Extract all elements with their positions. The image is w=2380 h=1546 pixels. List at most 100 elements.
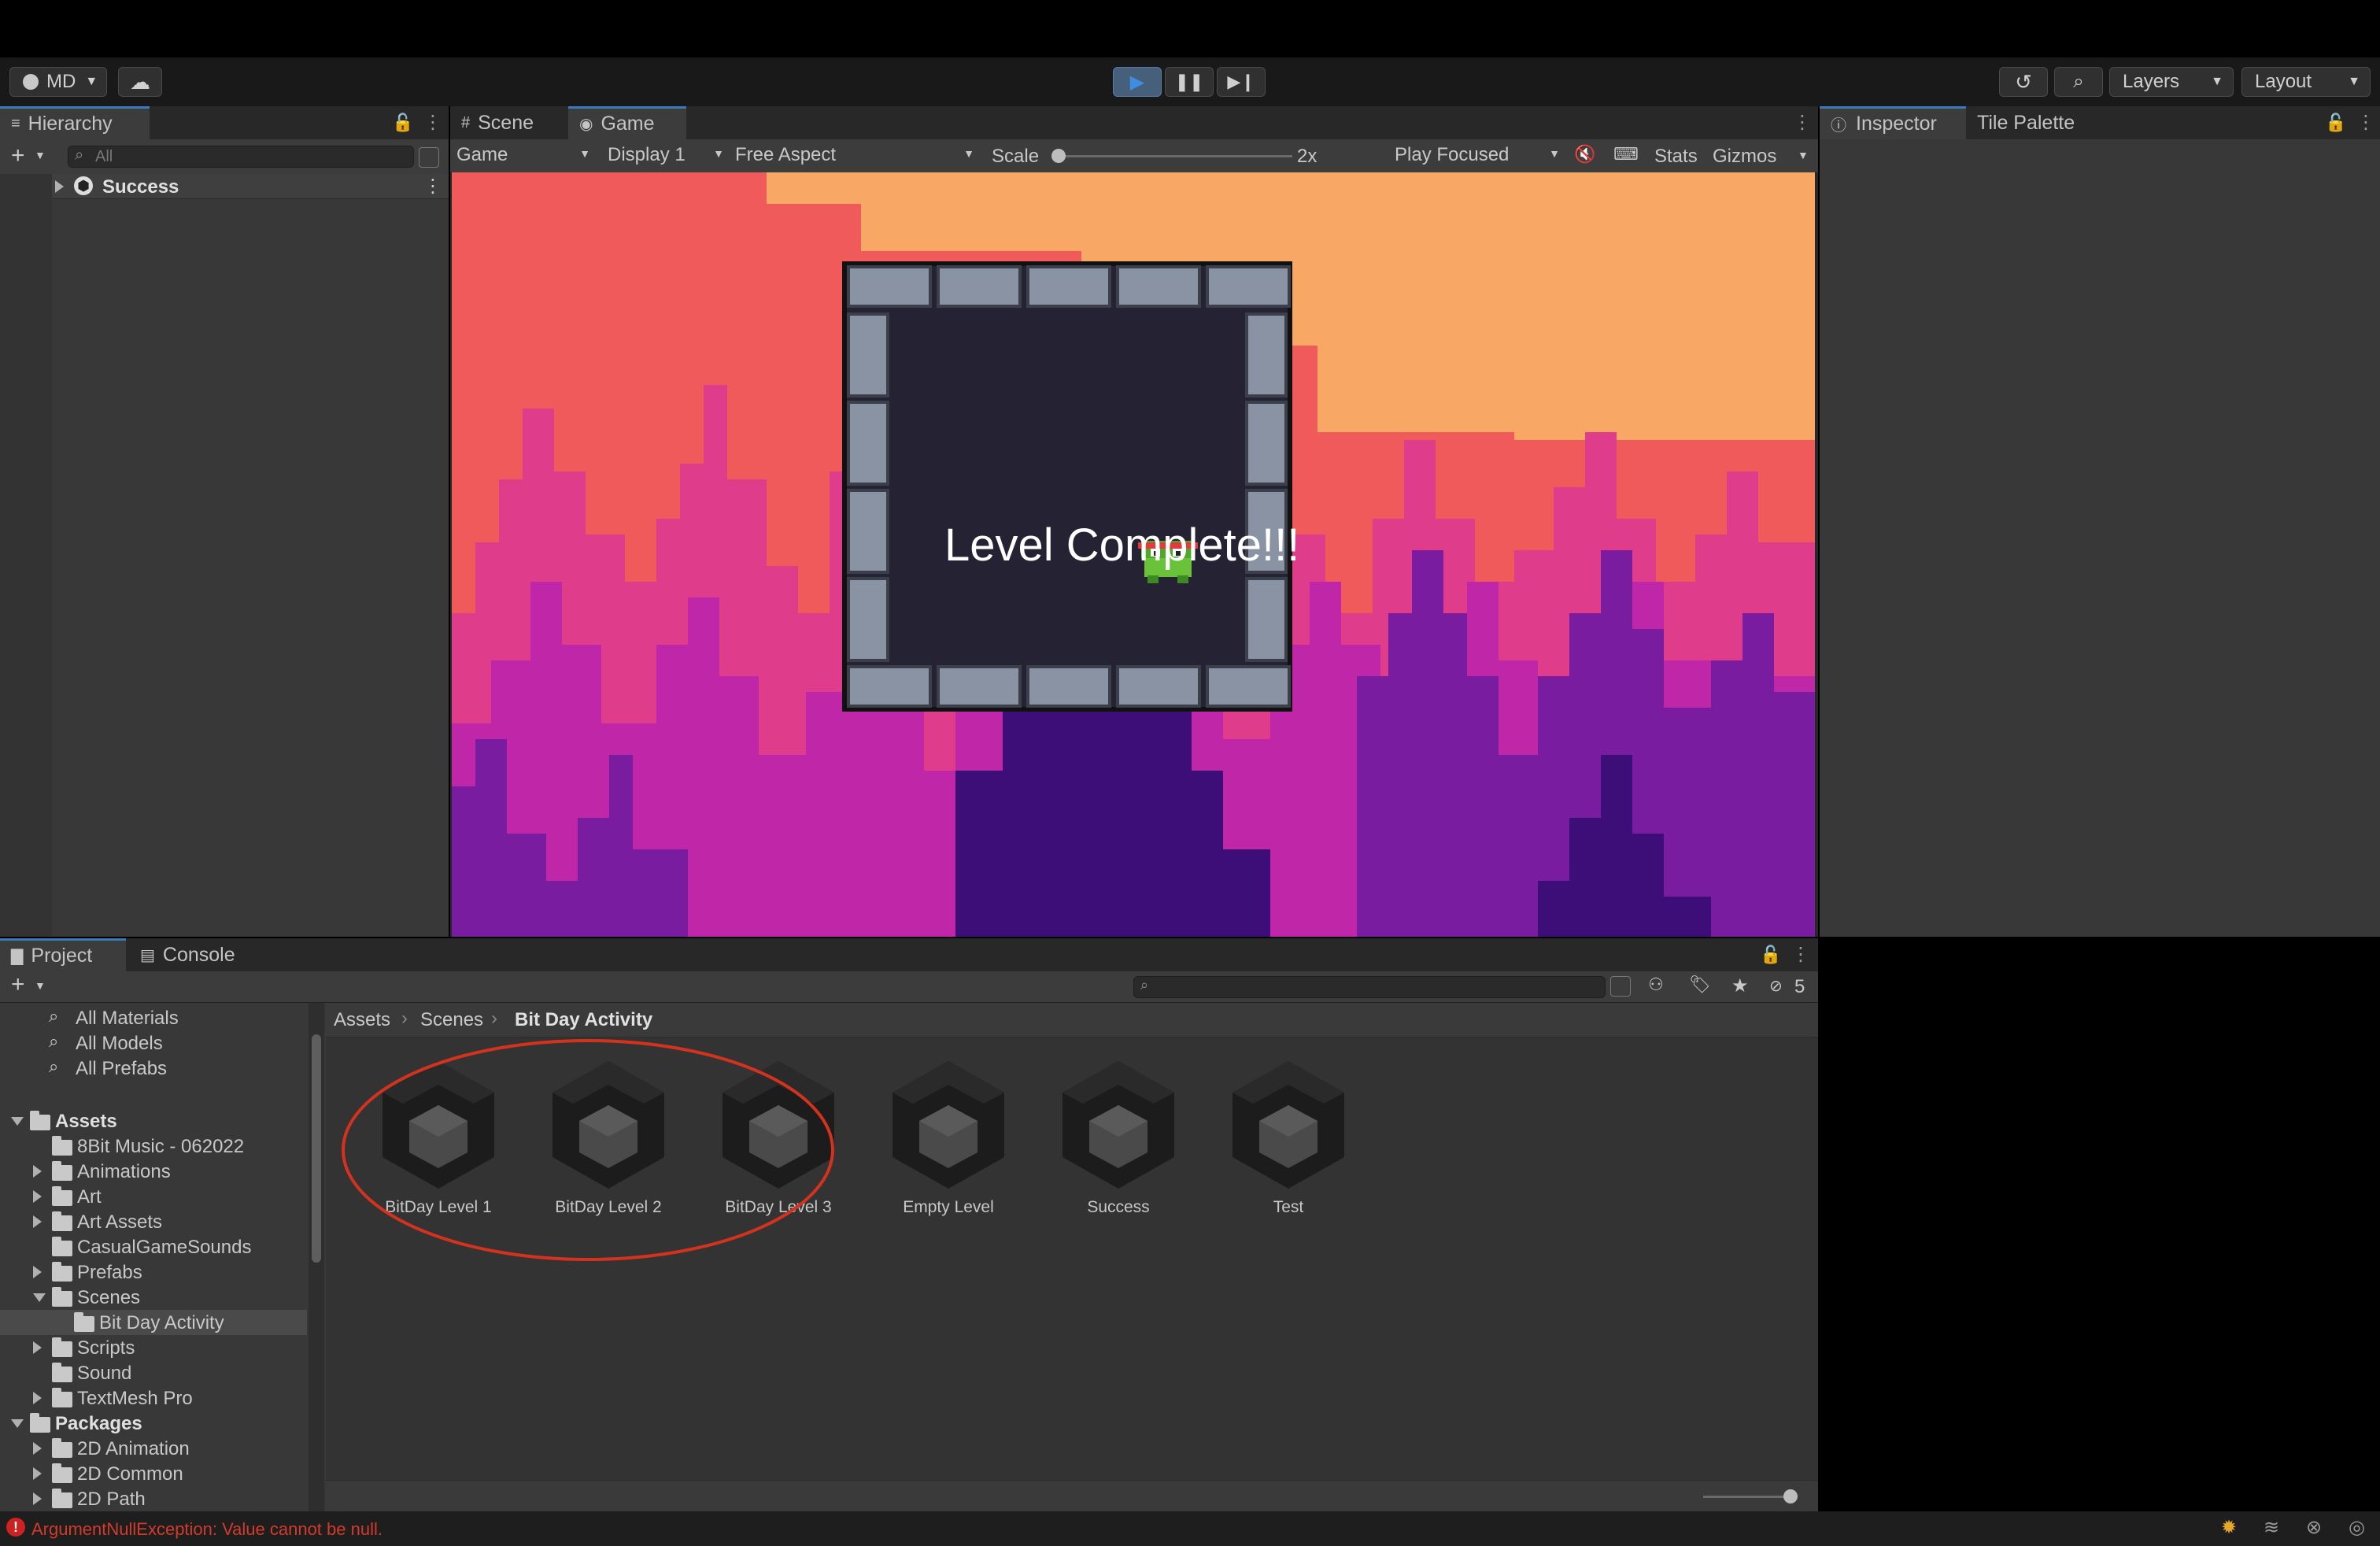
kebab-menu-icon[interactable]: ⋮ [423,111,442,134]
debug-icon[interactable]: ✹ [2221,1516,2237,1539]
cloud-button[interactable]: ☁ [118,67,162,97]
breadcrumb-assets[interactable]: Assets [334,1009,390,1031]
unity-scene-icon [1232,1061,1344,1189]
expand-arrow-icon[interactable] [33,1266,42,1278]
tree-item[interactable]: Scenes [0,1285,307,1310]
expand-arrow-icon[interactable] [33,1165,42,1178]
lock-icon[interactable]: 🔓 [392,113,413,133]
tree-item[interactable]: Scripts [0,1335,307,1360]
history-button[interactable]: ↺ [1999,67,2048,97]
tab-project[interactable]: ▇ Project [0,938,126,971]
tab-console[interactable]: ▤ Console [129,938,263,971]
network-icon[interactable]: ⊗ [2306,1516,2322,1539]
star-icon[interactable]: ★ [1731,975,1749,997]
display-select[interactable]: Display 1 ▼ [608,144,724,168]
scale-slider-handle[interactable] [1051,149,1066,163]
mute-audio-icon[interactable]: 🔇 [1574,144,1595,165]
lock-icon[interactable]: 🔓 [2325,113,2346,133]
tree-item[interactable]: Assets [0,1108,307,1134]
search-button[interactable]: ⌕ [2054,67,2103,97]
hidden-packages-icon[interactable]: ⊘ [1769,976,1783,996]
expand-arrow-icon[interactable] [33,1467,42,1480]
collapse-arrow-icon[interactable] [11,1419,24,1428]
account-dropdown[interactable]: MD ▼ [9,67,107,97]
game-mode-select[interactable]: Game ▼ [456,144,590,168]
kebab-menu-icon[interactable]: ⋮ [1793,111,1812,134]
tree-item[interactable]: 8Bit Music - 062022 [0,1134,307,1159]
inspector-tab-label: Inspector [1856,113,1937,135]
tab-tile-palette[interactable]: Tile Palette [1966,106,2123,139]
play-button[interactable]: ▶ [1113,67,1162,97]
gizmos-button[interactable]: Gizmos [1713,146,1776,168]
expand-arrow-icon[interactable] [33,1190,42,1203]
breadcrumb-scenes[interactable]: Scenes [420,1009,483,1031]
expand-arrow-icon[interactable] [33,1215,42,1228]
expand-arrow-icon[interactable] [33,1492,42,1505]
scene-asset[interactable]: Empty Level [874,1058,1023,1239]
tree-item[interactable]: TextMesh Pro [0,1385,307,1411]
status-error-text[interactable]: ArgumentNullException: Value cannot be n… [31,1519,382,1540]
tree-item[interactable]: Packages [0,1411,307,1436]
play-focused-value: Play Focused [1395,144,1510,165]
expand-arrow-icon[interactable] [33,1392,42,1404]
scene-asset[interactable]: Success [1044,1058,1193,1239]
tab-inspector[interactable]: ⓘ Inspector [1820,106,1966,139]
keyboard-icon[interactable]: ⌨ [1613,144,1639,165]
tree-item[interactable]: 2D Common [0,1461,307,1486]
stats-button[interactable]: Stats [1654,146,1698,168]
tree-scrollbar[interactable] [309,1003,324,1511]
favorite-all-materials[interactable]: ⌕ All Materials [0,1006,307,1031]
tree-item[interactable]: CasualGameSounds [0,1234,307,1259]
hierarchy-search-input[interactable]: ⌕ All [68,146,414,168]
filter-icon[interactable] [419,147,439,168]
tab-game[interactable]: ◉ Game [568,106,686,139]
add-icon[interactable]: + [11,142,25,169]
favorite-all-prefabs[interactable]: ⌕ All Prefabs [0,1056,307,1082]
expand-arrow-icon[interactable] [33,1341,42,1354]
tree-item[interactable]: 2D Path [0,1486,307,1511]
stone-tile [1206,665,1291,708]
lock-icon[interactable]: 🔓 [1760,945,1781,965]
collapse-arrow-icon[interactable] [33,1293,46,1302]
expand-arrow-icon[interactable] [55,180,64,193]
collapse-arrow-icon[interactable] [11,1117,24,1126]
tree-item[interactable]: Sound [0,1360,307,1385]
expand-arrow-icon[interactable] [33,1442,42,1455]
layout-dropdown[interactable]: Layout ▼ [2241,67,2371,97]
list-icon: ≡ [11,115,20,132]
aspect-select[interactable]: Free Aspect ▼ [735,144,974,168]
pause-button[interactable]: ❚❚ [1165,67,1214,97]
filter-icon[interactable] [1610,976,1631,997]
tree-item[interactable]: Prefabs [0,1259,307,1285]
scale-slider-track[interactable] [1056,155,1292,157]
game-canvas[interactable]: Level Complete!!! [452,172,1815,937]
tree-item[interactable]: Animations [0,1159,307,1184]
tree-item[interactable]: Art Assets [0,1209,307,1234]
step-button[interactable]: ▶❙ [1217,67,1266,97]
label-filter-icon[interactable]: 🏷 [1689,975,1711,995]
tree-scrollbar-thumb[interactable] [312,1034,321,1263]
chevron-down-icon[interactable]: ▼ [1798,149,1809,161]
asset-zoom-handle[interactable] [1783,1489,1798,1503]
tree-item[interactable]: Art [0,1184,307,1209]
chevron-down-icon[interactable]: ▼ [35,149,46,161]
scene-asset[interactable]: Test [1214,1058,1363,1239]
tree-item[interactable]: Bit Day Activity [0,1310,307,1335]
hierarchy-row-scene[interactable]: ⬢ Success ⋮ [52,174,449,199]
tree-item[interactable]: 2D Animation [0,1436,307,1461]
layers-dropdown[interactable]: Layers ▼ [2109,67,2234,97]
project-search-input[interactable]: ⌕ [1133,976,1606,998]
tab-hierarchy[interactable]: ≡ Hierarchy [0,106,150,139]
favorite-all-models[interactable]: ⌕ All Models [0,1031,307,1056]
play-focused-select[interactable]: Play Focused ▼ [1395,144,1560,168]
kebab-menu-icon[interactable]: ⋮ [423,175,442,198]
layers-stack-icon[interactable]: ≋ [2264,1516,2279,1539]
kebab-menu-icon[interactable]: ⋮ [1791,943,1810,966]
settings-badge-icon[interactable]: ◎ [2349,1516,2365,1539]
chevron-down-icon[interactable]: ▼ [35,979,46,992]
breadcrumb-bit-day-activity[interactable]: Bit Day Activity [515,1009,652,1031]
tab-scene[interactable]: # Scene [450,106,568,139]
kebab-menu-icon[interactable]: ⋮ [2356,111,2375,134]
type-filter-icon[interactable]: ⚇ [1648,975,1664,995]
add-icon[interactable]: + [11,971,25,998]
